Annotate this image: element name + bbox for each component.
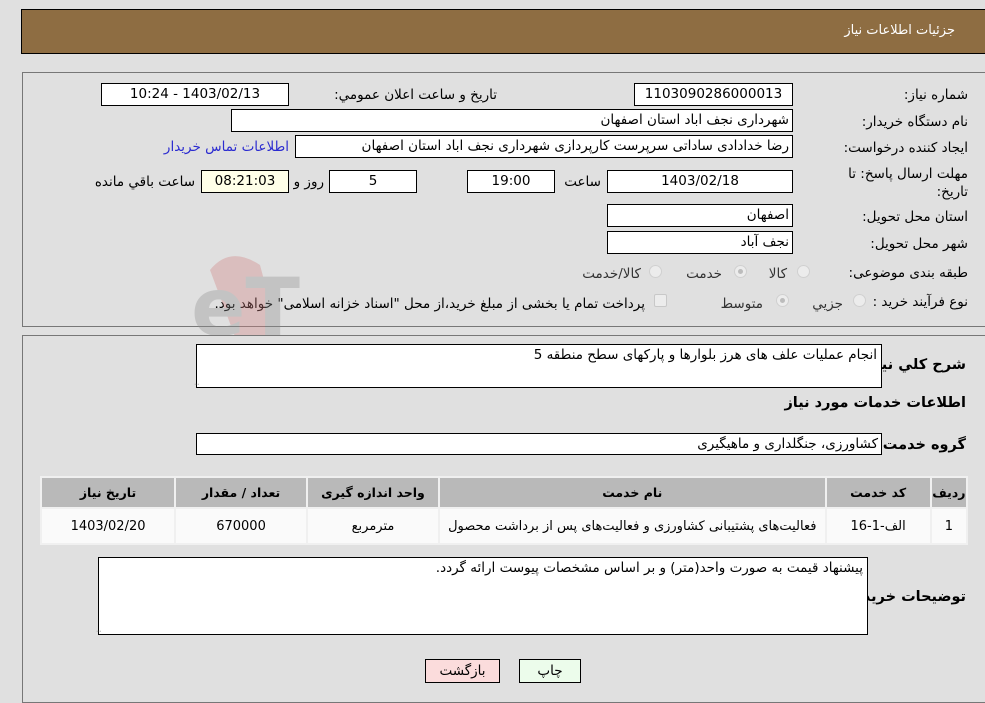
deadline-time-field: 19:00 <box>467 170 555 193</box>
days-label: روز و <box>293 174 324 190</box>
delivery-city-field: نجف آباد <box>607 231 793 254</box>
purchase-option-minor: جزيي <box>812 296 843 312</box>
category-option-goods: کالا <box>768 266 787 282</box>
purchase-radio-medium[interactable] <box>776 294 789 307</box>
cell-service-name: فعالیت‌های پشتیبانی کشاورزی و فعالیت‌های… <box>437 507 827 545</box>
buyer-notes-textarea[interactable]: پیشنهاد قیمت به صورت واحد(متر) و بر اساس… <box>98 557 868 635</box>
service-group-field: کشاورزی، جنگلداری و ماهیگیری <box>196 433 882 455</box>
delivery-province-field: اصفهان <box>607 204 793 227</box>
purchase-type-label: نوع فرآیند خرید : <box>872 294 968 310</box>
time-remaining-field: 08:21:03 <box>201 170 289 193</box>
purchase-option-medium: متوسط <box>720 296 763 312</box>
col-header-need-date: تاريخ نياز <box>39 476 177 509</box>
delivery-province-label: استان محل تحویل: <box>862 209 968 225</box>
buyer-org-field: شهرداری نجف اباد استان اصفهان <box>231 109 793 132</box>
delivery-city-label: شهر محل تحویل: <box>870 236 968 252</box>
days-remaining-field: 5 <box>329 170 417 193</box>
services-section-title: اطلاعات خدمات مورد نياز <box>784 395 966 411</box>
deadline-time-label: ساعت <box>564 174 601 190</box>
need-details-panel: شماره نیاز: 1103090286000013 تاريخ و ساع… <box>22 72 985 327</box>
category-radio-goods-service[interactable] <box>649 265 662 278</box>
cell-row-number: 1 <box>929 507 969 545</box>
cell-unit: مترمربع <box>306 507 440 545</box>
col-header-service-code: كد خدمت <box>824 476 932 509</box>
treasury-checkbox[interactable] <box>654 294 667 307</box>
treasury-note: پرداخت تمام یا بخشی از مبلغ خرید،از محل … <box>214 296 645 312</box>
requester-field: رضا خدادادی ساداتی سرپرست کارپردازی شهرد… <box>295 135 793 158</box>
print-button[interactable]: چاپ <box>519 659 581 683</box>
back-button[interactable]: بازگشت <box>425 659 500 683</box>
category-radio-service[interactable] <box>734 265 747 278</box>
announce-datetime-field: 1403/02/13 - 10:24 <box>101 83 289 106</box>
need-number-field: 1103090286000013 <box>634 83 793 106</box>
category-option-service: خدمت <box>686 266 722 282</box>
cell-quantity: 670000 <box>174 507 309 545</box>
cell-need-date: 1403/02/20 <box>39 507 177 545</box>
services-table: رديف كد خدمت نام خدمت واحد اندازه گیری ت… <box>39 476 969 545</box>
description-textarea[interactable]: انجام عملیات علف های هرز بلوارها و پارکه… <box>196 344 882 388</box>
table-header-row: رديف كد خدمت نام خدمت واحد اندازه گیری ت… <box>39 476 969 509</box>
time-remaining-label: ساعت باقي مانده <box>94 174 195 190</box>
buyer-org-label: نام دستگاه خریدار: <box>861 114 968 130</box>
table-row: 1 الف-1-16 فعالیت‌های پشتیبانی کشاورزی و… <box>39 507 969 545</box>
category-option-goods-service: کالا/خدمت <box>582 266 641 282</box>
category-radio-goods[interactable] <box>797 265 810 278</box>
category-label: طبقه بندی موضوعی: <box>848 265 968 281</box>
service-group-label: گروه خدمت: <box>876 437 966 453</box>
announce-datetime-label: تاريخ و ساعت اعلان عمومي: <box>334 87 497 103</box>
col-header-quantity: تعداد / مقدار <box>174 476 309 509</box>
need-number-label: شماره نیاز: <box>903 87 968 103</box>
description-text: انجام عملیات علف های هرز بلوارها و پارکه… <box>533 347 877 363</box>
col-header-unit: واحد اندازه گیری <box>306 476 440 509</box>
requester-label: ایجاد کننده درخواست: <box>843 140 968 156</box>
page-title: جزئيات اطلاعات نياز <box>844 23 955 38</box>
col-header-row-number: رديف <box>929 476 969 509</box>
purchase-radio-minor[interactable] <box>853 294 866 307</box>
cell-service-code: الف-1-16 <box>824 507 932 545</box>
services-panel: شرح كلي نياز: انجام عملیات علف های هرز ب… <box>22 335 985 703</box>
deadline-date-field: 1403/02/18 <box>607 170 793 193</box>
deadline-label: مهلت ارسال پاسخ: تا تاریخ: <box>848 166 968 200</box>
page-header: جزئيات اطلاعات نياز <box>21 9 985 54</box>
col-header-service-name: نام خدمت <box>437 476 827 509</box>
buyer-contact-link[interactable]: اطلاعات تماس خریدار <box>164 139 289 155</box>
buyer-notes-text: پیشنهاد قیمت به صورت واحد(متر) و بر اساس… <box>435 560 863 576</box>
